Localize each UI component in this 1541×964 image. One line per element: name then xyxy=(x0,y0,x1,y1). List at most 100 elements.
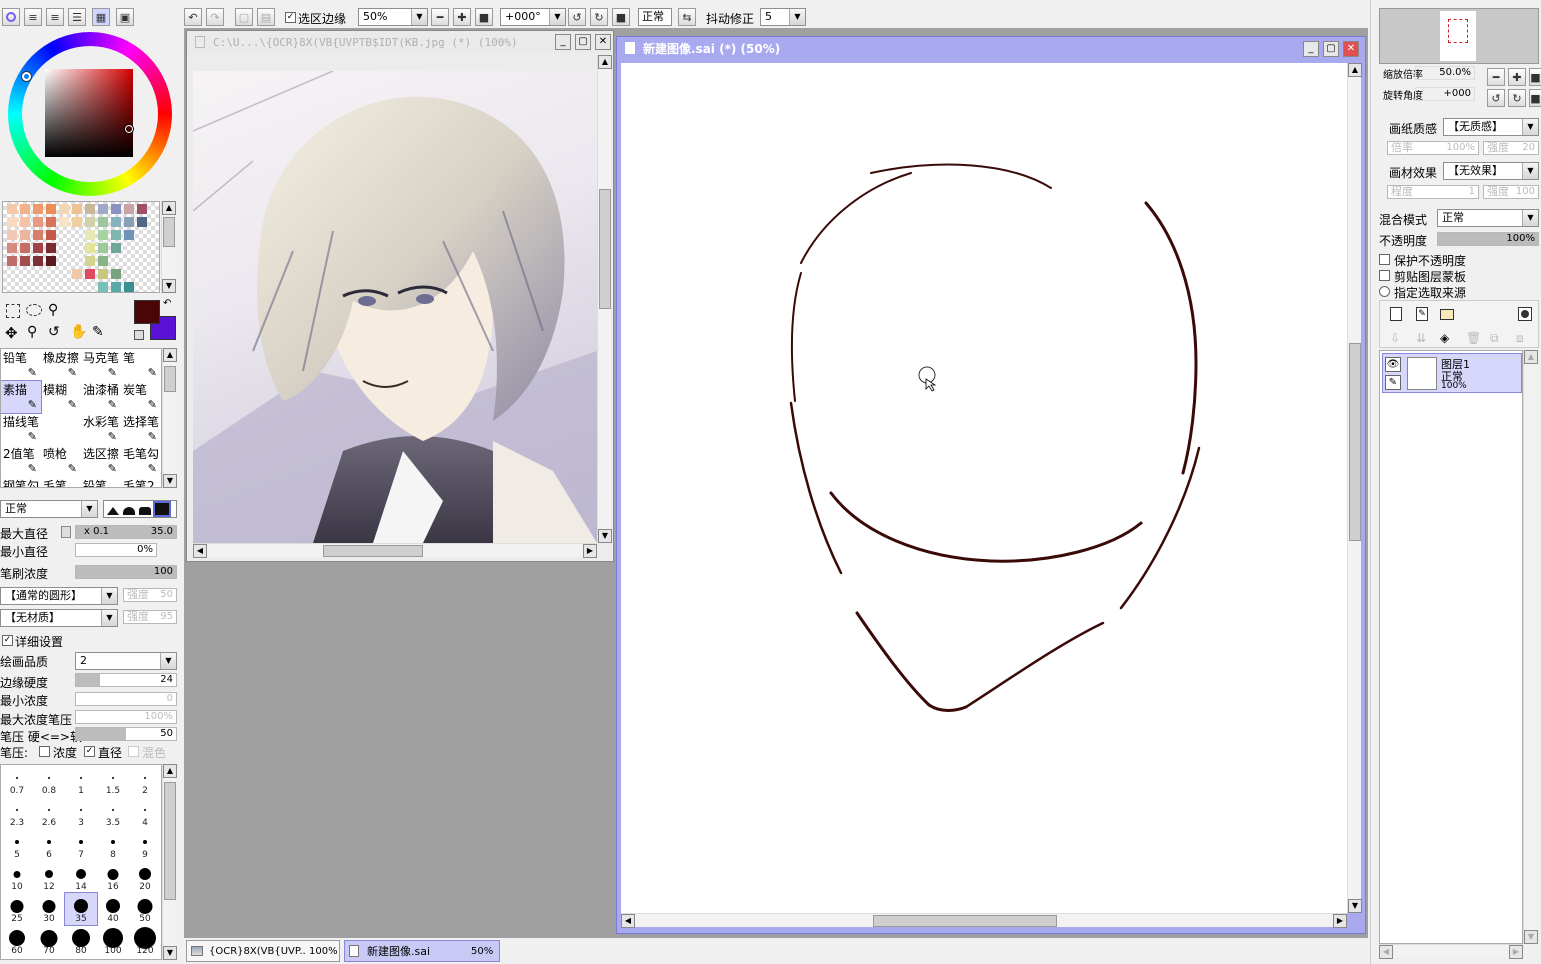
color-swatch[interactable] xyxy=(20,217,30,227)
brush-size-cell[interactable]: 40 xyxy=(97,893,129,925)
flatten-icon[interactable]: ⧈ xyxy=(1516,331,1524,346)
lasso-icon[interactable] xyxy=(26,304,42,316)
paper-texture-select[interactable]: 【无质感】 ▼ xyxy=(1443,118,1539,136)
color-swatch[interactable] xyxy=(98,217,108,227)
deselect-button[interactable]: ▢ xyxy=(235,8,253,26)
reference-image[interactable] xyxy=(193,71,597,543)
pen-lock-icon[interactable]: ✎ xyxy=(1385,375,1401,390)
view-mode-select[interactable]: 正常 xyxy=(638,8,672,26)
pressure-blend-checkbox[interactable] xyxy=(128,746,139,757)
brush-texture-select[interactable]: 【无材质】 ▼ xyxy=(0,609,118,627)
nav-zoom-slider[interactable]: 50.0% xyxy=(1415,66,1475,80)
brush-size-cell[interactable]: 2.3 xyxy=(1,797,33,829)
brush-size-cell[interactable]: 70 xyxy=(33,925,65,957)
color-swatch[interactable] xyxy=(85,269,95,279)
min-diameter-slider[interactable]: 0% xyxy=(75,543,157,557)
rect-select-icon[interactable] xyxy=(6,304,20,318)
pressure-diameter-checkbox[interactable]: ✓ xyxy=(84,746,95,757)
color-swatch[interactable] xyxy=(111,217,121,227)
diameter-lock-icon[interactable] xyxy=(61,526,71,538)
scroll-right-arrow[interactable]: ▶ xyxy=(583,544,597,558)
tool-button[interactable]: 炭笔 ✎ xyxy=(121,381,161,413)
rotate-reset-button[interactable]: ■ xyxy=(612,8,630,26)
color-swatch[interactable] xyxy=(85,230,95,240)
scroll-thumb[interactable] xyxy=(599,189,611,309)
transparent-color-icon[interactable] xyxy=(134,330,144,340)
quality-select[interactable]: 2 ▼ xyxy=(75,652,177,670)
material-degree-slider[interactable]: 程度 1 xyxy=(1387,185,1479,199)
brush-tip-shapes[interactable] xyxy=(103,500,177,518)
scroll-down-arrow[interactable]: ▼ xyxy=(1524,930,1538,944)
selection-edge-checkbox[interactable]: ✓ xyxy=(285,12,296,23)
scroll-thumb[interactable] xyxy=(323,545,423,557)
edge-hardness-slider[interactable]: 24 xyxy=(75,673,177,687)
scroll-up-arrow[interactable]: ▲ xyxy=(1348,63,1362,77)
tool-button[interactable]: 毛笔2✎ xyxy=(121,477,161,487)
layer-row[interactable]: 👁 ✎ 图层1 正常 100% xyxy=(1382,353,1522,393)
tool-button[interactable]: 素描 ✎ xyxy=(1,380,42,414)
tool-button[interactable]: 毛笔勾 ✎ xyxy=(121,445,161,477)
color-swatch[interactable] xyxy=(124,230,134,240)
rgb-slider-mode-button[interactable]: ≡ xyxy=(24,8,42,26)
color-swatch[interactable] xyxy=(98,204,108,214)
tool-button[interactable]: 铅笔 ✎ xyxy=(1,349,41,381)
canvas-hscrollbar[interactable]: ◀ ▶ xyxy=(621,913,1347,928)
scroll-thumb[interactable] xyxy=(163,217,175,247)
scroll-up-arrow[interactable]: ▲ xyxy=(1524,350,1538,364)
reference-window-titlebar[interactable]: C:\U...\{OCR}8X(VB{UVPTB$IDT(KB.jpg (*) … xyxy=(187,31,613,53)
color-swatch[interactable] xyxy=(46,256,56,266)
color-swatch[interactable] xyxy=(7,256,17,266)
selection-source-radio[interactable] xyxy=(1379,286,1390,297)
brush-size-cell[interactable]: 50 xyxy=(129,893,161,925)
scroll-left-arrow[interactable]: ◀ xyxy=(193,544,207,558)
brush-size-cell[interactable]: 1 xyxy=(65,765,97,797)
zoom-reset-button[interactable]: ■ xyxy=(475,8,493,26)
brush-size-cell[interactable]: 100 xyxy=(97,925,129,957)
merge-down-icon[interactable]: ⇊ xyxy=(1416,331,1426,345)
color-swatch[interactable] xyxy=(46,204,56,214)
max-diameter-slider[interactable]: x 0.1 35.0 xyxy=(75,525,177,539)
color-swatch[interactable] xyxy=(111,243,121,253)
invert-selection-button[interactable]: ▤ xyxy=(257,8,275,26)
color-swatch[interactable] xyxy=(98,282,108,292)
brush-size-cell[interactable]: 2.6 xyxy=(33,797,65,829)
color-swatch[interactable] xyxy=(111,230,121,240)
brush-size-cell[interactable]: 0.8 xyxy=(33,765,65,797)
material-effect-select[interactable]: 【无效果】 ▼ xyxy=(1443,162,1539,180)
color-swatch[interactable] xyxy=(137,204,147,214)
redo-button[interactable]: ↷ xyxy=(206,8,224,26)
scroll-down-arrow[interactable]: ▼ xyxy=(1348,899,1362,913)
brush-size-cell[interactable]: 25 xyxy=(1,893,33,925)
clipping-mask-checkbox[interactable] xyxy=(1379,270,1390,281)
color-swatch[interactable] xyxy=(7,217,17,227)
color-swatch[interactable] xyxy=(124,217,134,227)
primary-color-swatch[interactable] xyxy=(134,300,160,324)
canvas-window-titlebar[interactable]: 新建图像.sai (*) (50%) xyxy=(617,37,1365,59)
tool-button[interactable]: 铅笔30✎ xyxy=(81,477,121,487)
brush-size-cell[interactable]: 4 xyxy=(129,797,161,829)
gradient-mode-button[interactable]: ☰ xyxy=(68,8,86,26)
blend-mode-select[interactable]: 正常 ▼ xyxy=(1437,209,1539,227)
color-swatch[interactable] xyxy=(7,243,17,253)
nav-rotate-right-button[interactable]: ↻ xyxy=(1508,89,1526,107)
scroll-thumb[interactable] xyxy=(164,366,176,392)
tool-button[interactable]: 钢笔勾✎ xyxy=(1,477,41,487)
color-swatch[interactable] xyxy=(137,217,147,227)
nav-zoom-out-button[interactable]: ━ xyxy=(1487,68,1505,86)
paper-strength-slider[interactable]: 强度 20 xyxy=(1483,141,1539,155)
eyedropper-icon[interactable]: ✎ xyxy=(92,324,104,340)
color-wheel[interactable] xyxy=(8,32,172,196)
color-swatch[interactable] xyxy=(20,204,30,214)
brush-size-cell[interactable]: 30 xyxy=(33,893,65,925)
rotate-tool-icon[interactable]: ↺ xyxy=(48,324,60,340)
scroll-down-arrow[interactable]: ▼ xyxy=(162,279,176,293)
zoom-tool-icon[interactable]: ⚲ xyxy=(27,324,37,340)
nav-zoom-in-button[interactable]: ✚ xyxy=(1508,68,1526,86)
brush-size-cell[interactable]: 1.5 xyxy=(97,765,129,797)
navigator-preview[interactable] xyxy=(1379,8,1539,64)
protect-opacity-checkbox[interactable] xyxy=(1379,254,1390,265)
zoom-out-button[interactable]: ━ xyxy=(431,8,449,26)
color-swatch[interactable] xyxy=(33,217,43,227)
navigator-viewport[interactable] xyxy=(1448,19,1468,43)
color-swatch[interactable] xyxy=(72,217,82,227)
